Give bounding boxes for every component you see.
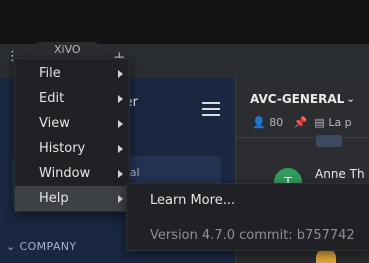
members-icon[interactable]: 👤	[252, 116, 266, 129]
learn-more-item[interactable]: Learn More...	[127, 186, 369, 214]
channel-header-meta: 👤 80 📌 ▤ La p	[252, 116, 352, 129]
menu-item-edit[interactable]: Edit	[15, 86, 129, 111]
menu-item-window[interactable]: Window	[15, 161, 129, 186]
server-tab-label: XiVO	[54, 43, 81, 56]
title-bar	[0, 0, 369, 44]
chevron-right-icon	[118, 145, 123, 153]
files-icon[interactable]: ▤	[314, 116, 324, 129]
chevron-down-icon[interactable]: ⌄	[346, 92, 355, 105]
chevron-right-icon	[118, 95, 123, 103]
header-divider	[236, 137, 369, 138]
chevron-right-icon	[118, 70, 123, 78]
sidebar-section-label: COMPANY	[19, 240, 77, 253]
help-submenu: Learn More... Version 4.7.0 commit: b757…	[126, 183, 369, 251]
version-item: Version 4.7.0 commit: b757742	[127, 221, 369, 249]
pin-icon[interactable]: 📌	[294, 116, 308, 129]
menu-item-help[interactable]: Help	[15, 186, 129, 211]
channel-title[interactable]: AVC-GENERAL	[250, 92, 344, 106]
version-label: Version 4.7.0 commit: b757742	[150, 228, 355, 243]
menu-item-label: View	[39, 116, 70, 131]
menu-item-label: Edit	[39, 91, 65, 106]
menu-item-history[interactable]: History	[15, 136, 129, 161]
chevron-right-icon	[118, 170, 123, 178]
menu-item-label: Help	[39, 191, 69, 206]
menu-item-label: History	[39, 141, 86, 156]
learn-more-label: Learn More...	[150, 193, 236, 208]
hamburger-menu-icon[interactable]	[202, 102, 220, 116]
sidebar-section-company[interactable]: ⌄ COMPANY	[6, 240, 77, 253]
menu-item-file[interactable]: File	[15, 61, 129, 86]
chevron-right-icon	[118, 120, 123, 128]
menu-item-view[interactable]: View	[15, 111, 129, 136]
member-count[interactable]: 80	[269, 116, 283, 129]
chevron-right-icon	[118, 195, 123, 203]
app-menu: File Edit View History Window Help	[14, 58, 130, 212]
message-author[interactable]: Anne Th	[315, 167, 365, 181]
reaction-chip[interactable]	[316, 135, 342, 147]
menu-item-label: File	[39, 66, 61, 81]
channel-topic: La p	[328, 116, 352, 129]
menu-item-label: Window	[39, 166, 91, 181]
